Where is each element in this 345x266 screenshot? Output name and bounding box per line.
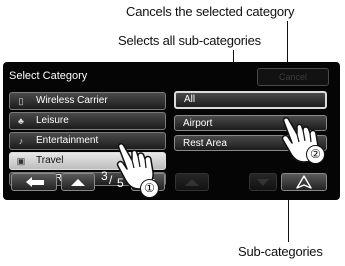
triangle-up-icon — [185, 179, 199, 186]
page-up-button[interactable] — [61, 173, 95, 191]
cancel-callout: Cancels the selected category — [126, 4, 295, 19]
subcategory-page-down-button[interactable] — [249, 173, 277, 191]
subcategory-all-button[interactable]: All — [174, 91, 327, 109]
back-button[interactable] — [11, 173, 57, 191]
page-current: 3 — [101, 169, 108, 183]
phone-icon: ▯ — [18, 96, 24, 106]
cancel-button[interactable]: Cancel — [257, 68, 329, 86]
subcategories-callout: Sub-categories — [238, 244, 323, 259]
screen-title: Select Category — [9, 70, 88, 82]
select-all-callout: Selects all sub-categories — [118, 33, 261, 48]
navigation-arrow-icon — [296, 175, 312, 189]
triangle-up-icon — [71, 179, 85, 186]
step-one-marker: ① — [140, 179, 159, 198]
step-two-marker: ② — [306, 145, 325, 164]
category-item-wireless-carrier[interactable]: ▯ Wireless Carrier — [9, 92, 166, 110]
back-arrow-icon — [26, 177, 44, 187]
page-separator: / — [109, 173, 113, 187]
subcategory-page-up-button[interactable] — [175, 173, 209, 191]
entertainment-icon: ♪ — [18, 136, 24, 146]
category-item-leisure[interactable]: ♣ Leisure — [9, 112, 166, 130]
triangle-down-icon — [257, 179, 269, 186]
travel-icon: ▣ — [16, 156, 26, 166]
navigate-button[interactable] — [281, 173, 327, 191]
leisure-icon: ♣ — [18, 116, 24, 126]
category-label: Leisure — [36, 115, 69, 126]
category-label: Wireless Carrier — [36, 95, 108, 106]
category-label: Entertainment — [36, 135, 99, 146]
category-label: Travel — [36, 155, 64, 166]
